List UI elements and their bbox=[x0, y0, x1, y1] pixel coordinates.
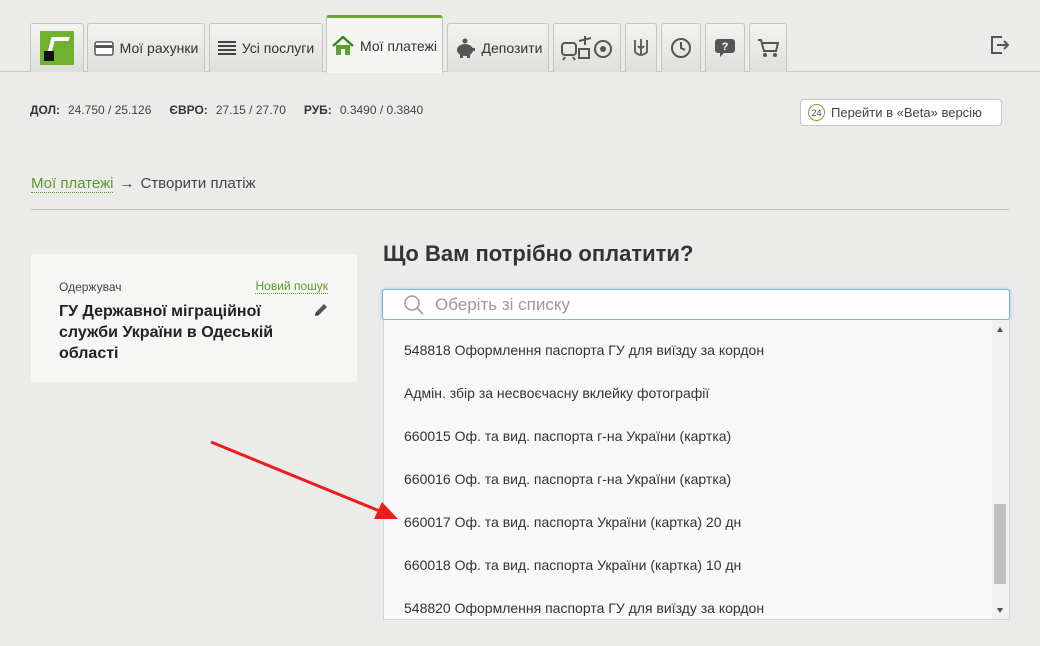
search-icon bbox=[404, 294, 424, 315]
history-icon bbox=[671, 38, 691, 58]
home-icon bbox=[332, 35, 354, 55]
tab-state-services[interactable] bbox=[625, 23, 657, 72]
scrollbar-thumb[interactable] bbox=[994, 504, 1006, 584]
tab-shop[interactable] bbox=[749, 23, 787, 72]
scroll-down-arrow-icon[interactable] bbox=[997, 608, 1003, 613]
option-item[interactable]: Адмін. збір за несвоєчасну вклейку фотог… bbox=[404, 385, 709, 405]
option-item[interactable]: 548820 Оформлення паспорта ГУ для виїзду… bbox=[404, 600, 764, 619]
tab-label: Усі послуги bbox=[241, 40, 315, 56]
tab-all-services[interactable]: Усі послуги bbox=[209, 23, 323, 72]
help-icon: ? bbox=[715, 39, 735, 57]
logout-icon[interactable] bbox=[990, 36, 1010, 54]
search-input[interactable] bbox=[435, 294, 995, 315]
trident-icon bbox=[634, 39, 648, 56]
tab-label: Депозити bbox=[481, 40, 543, 56]
breadcrumb: Мої платежі → Створити платіж bbox=[31, 175, 256, 193]
rate-usd: ДОЛ: 24.750 / 25.126 bbox=[30, 103, 152, 117]
breadcrumb-arrow: → bbox=[119, 175, 135, 192]
card-icon bbox=[93, 40, 114, 56]
logo-icon bbox=[40, 31, 74, 65]
privatbank-logo[interactable] bbox=[30, 23, 84, 72]
breadcrumb-my-payments-link[interactable]: Мої платежі bbox=[31, 175, 114, 193]
option-item-highlighted[interactable]: 660017 Оф. та вид. паспорта України (кар… bbox=[404, 514, 741, 534]
rate-eur: ЄВРО: 27.15 / 27.70 bbox=[169, 103, 286, 117]
tab-label: Мої рахунки bbox=[119, 40, 199, 56]
divider bbox=[31, 209, 1009, 210]
tab-help[interactable]: ? bbox=[705, 23, 745, 72]
page-title: Що Вам потрібно оплатити? bbox=[383, 241, 694, 266]
option-item[interactable]: 548818 Оформлення паспорта ГУ для виїзду… bbox=[404, 342, 764, 362]
service-search-field[interactable] bbox=[382, 289, 1010, 320]
tab-label: Мої платежі bbox=[360, 37, 437, 54]
new-search-link[interactable]: Новий пошук bbox=[255, 279, 328, 294]
service-options-dropdown[interactable]: 548818 Оформлення паспорта ГУ для виїзду… bbox=[383, 320, 1010, 620]
breadcrumb-current: Створити платіж bbox=[140, 175, 256, 192]
tab-my-payments[interactable]: Мої платежі bbox=[326, 15, 443, 73]
beta-version-button[interactable]: 24 Перейти в «Beta» версію bbox=[800, 99, 1002, 126]
list-icon bbox=[217, 41, 236, 55]
travel-icon bbox=[561, 36, 612, 61]
svg-text:?: ? bbox=[722, 41, 729, 53]
cart-icon bbox=[758, 39, 779, 57]
tab-history[interactable] bbox=[661, 23, 701, 72]
scroll-up-arrow-icon[interactable] bbox=[997, 327, 1003, 332]
option-item[interactable]: 660018 Оф. та вид. паспорта України (кар… bbox=[404, 557, 741, 577]
privat24-icon: 24 bbox=[808, 104, 825, 121]
recipient-label: Одержувач bbox=[59, 280, 122, 294]
exchange-rates: ДОЛ: 24.750 / 25.126 ЄВРО: 27.15 / 27.70 Р… bbox=[30, 103, 423, 117]
dropdown-scrollbar[interactable] bbox=[992, 320, 1009, 619]
tab-deposits[interactable]: Депозити bbox=[447, 23, 549, 72]
edit-pencil-icon[interactable] bbox=[313, 302, 329, 318]
piggy-bank-icon bbox=[456, 38, 475, 58]
tab-my-accounts[interactable]: Мої рахунки bbox=[87, 23, 205, 72]
option-item[interactable]: 660015 Оф. та вид. паспорта г-на України… bbox=[404, 428, 731, 448]
top-navigation: Мої рахунки Усі послуги Мої платежі Депо… bbox=[0, 0, 1040, 73]
rate-rub: РУБ: 0.3490 / 0.3840 bbox=[303, 103, 424, 117]
option-item[interactable]: 660016 Оф. та вид. паспорта г-на України… bbox=[404, 471, 731, 491]
recipient-name: ГУ Державної міграційної служби України … bbox=[59, 303, 274, 362]
recipient-card: Одержувач Новий пошук ГУ Державної мігра… bbox=[31, 254, 357, 382]
tab-travel[interactable] bbox=[553, 23, 621, 72]
beta-label: Перейти в «Beta» версію bbox=[831, 105, 982, 120]
